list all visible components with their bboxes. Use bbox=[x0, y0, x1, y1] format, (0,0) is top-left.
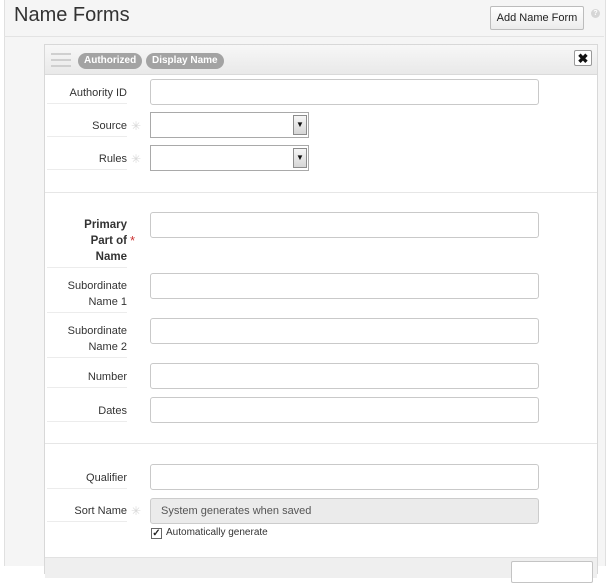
footer-button[interactable] bbox=[511, 561, 593, 583]
qualifier-label: Qualifier bbox=[47, 470, 127, 489]
section-divider bbox=[45, 443, 597, 444]
sort-name-label: Sort Name bbox=[47, 503, 127, 522]
dates-label: Dates bbox=[47, 403, 127, 422]
primary-part-input[interactable] bbox=[150, 212, 539, 238]
rules-select[interactable]: ▼ bbox=[150, 145, 309, 171]
auto-generate-label: Automatically generate bbox=[166, 527, 268, 538]
chevron-down-icon: ▼ bbox=[293, 115, 307, 135]
name-form-card: Authorized Display Name ✖ Authority ID S… bbox=[44, 44, 598, 583]
help-icon[interactable]: ? bbox=[591, 9, 600, 18]
section-divider bbox=[45, 192, 597, 193]
subordinate-name-1-input[interactable] bbox=[150, 273, 539, 299]
source-select[interactable]: ▼ bbox=[150, 112, 309, 138]
required-asterisk-icon: * bbox=[130, 233, 136, 248]
authorized-badge: Authorized bbox=[78, 53, 143, 69]
rules-label: Rules bbox=[47, 151, 127, 170]
optional-marker-icon: ✳ bbox=[131, 504, 142, 518]
sort-name-display: System generates when saved bbox=[150, 498, 539, 524]
optional-marker-icon: ✳ bbox=[131, 152, 142, 166]
add-name-form-button[interactable]: Add Name Form bbox=[490, 6, 584, 30]
card-header: Authorized Display Name ✖ bbox=[45, 45, 597, 75]
chevron-down-icon: ▼ bbox=[293, 148, 307, 168]
auto-generate-checkbox[interactable]: ✓ bbox=[151, 528, 162, 539]
subordinate-name-2-input[interactable] bbox=[150, 318, 539, 344]
number-label: Number bbox=[47, 369, 127, 388]
page-title: Name Forms bbox=[14, 4, 130, 26]
drag-handle-icon[interactable] bbox=[51, 53, 71, 71]
subordinate-name-1-label: Subordinate Name 1 bbox=[47, 278, 127, 313]
authority-id-input[interactable] bbox=[150, 79, 539, 105]
primary-part-label: Primary Part of Name bbox=[47, 217, 127, 268]
header-divider bbox=[4, 36, 604, 37]
optional-marker-icon: ✳ bbox=[131, 119, 142, 133]
authority-id-label: Authority ID bbox=[47, 85, 127, 104]
qualifier-input[interactable] bbox=[150, 464, 539, 490]
display-name-badge: Display Name bbox=[146, 53, 224, 69]
number-input[interactable] bbox=[150, 363, 539, 389]
source-label: Source bbox=[47, 118, 127, 137]
subordinate-name-2-label: Subordinate Name 2 bbox=[47, 323, 127, 358]
dates-input[interactable] bbox=[150, 397, 539, 423]
close-button[interactable]: ✖ bbox=[574, 50, 592, 66]
